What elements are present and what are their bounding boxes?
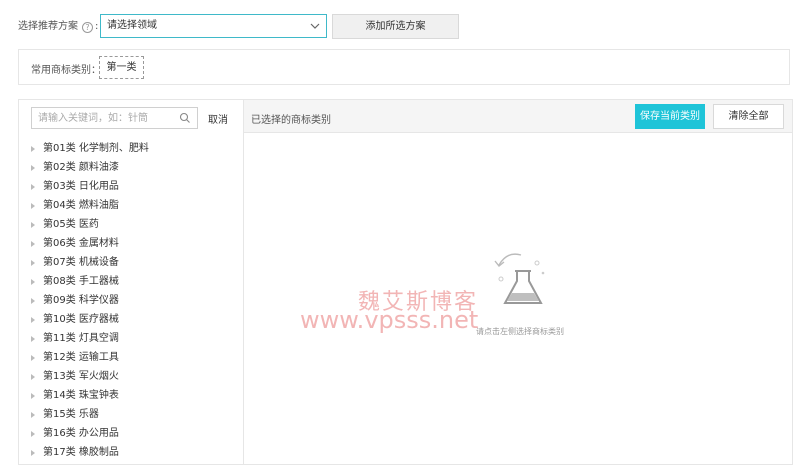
class-list-item-label: 第02类 颜料油漆 xyxy=(43,162,119,173)
common-class-tag[interactable]: 第一类 xyxy=(99,56,144,79)
selected-classes-panel: 已选择的商标类别 保存当前类别 清除全部 请点击左侧选择商标类别 魏艾斯博客 w… xyxy=(243,99,793,465)
class-list-item-label: 第03类 日化用品 xyxy=(43,181,119,192)
class-list-item-label: 第15类 乐器 xyxy=(43,409,99,420)
class-list-item[interactable]: 第09类 科学仪器 xyxy=(19,291,243,310)
clear-all-button[interactable]: 清除全部 xyxy=(713,104,784,129)
class-list-item[interactable]: 第04类 燃料油脂 xyxy=(19,196,243,215)
class-list-item-label: 第10类 医疗器械 xyxy=(43,314,119,325)
recommend-label: 选择推荐方案 xyxy=(18,21,78,32)
class-list-item[interactable]: 第13类 军火烟火 xyxy=(19,367,243,386)
expand-triangle-icon[interactable] xyxy=(31,373,35,380)
class-list-item-label: 第14类 珠宝钟表 xyxy=(43,390,119,401)
class-list-item-label: 第11类 灯具空调 xyxy=(43,333,119,344)
class-list-item[interactable]: 第05类 医药 xyxy=(19,215,243,234)
class-list-item-label: 第05类 医药 xyxy=(43,219,99,230)
expand-triangle-icon[interactable] xyxy=(31,240,35,247)
empty-hint: 请点击左侧选择商标类别 xyxy=(476,327,564,336)
domain-select[interactable]: 请选择领域 xyxy=(100,14,327,38)
expand-triangle-icon[interactable] xyxy=(31,259,35,266)
class-list-item[interactable]: 第02类 颜料油漆 xyxy=(19,158,243,177)
class-list-item-label: 第04类 燃料油脂 xyxy=(43,200,119,211)
class-list-item-label: 第06类 金属材料 xyxy=(43,238,119,249)
save-current-button[interactable]: 保存当前类别 xyxy=(635,104,705,129)
expand-triangle-icon[interactable] xyxy=(31,278,35,285)
empty-flask-icon xyxy=(494,253,545,304)
selected-header: 已选择的商标类别 保存当前类别 清除全部 xyxy=(244,100,792,133)
class-list-item[interactable]: 第14类 珠宝钟表 xyxy=(19,386,243,405)
label-colon: : xyxy=(95,21,99,32)
watermark-url: www.vpsss.net xyxy=(300,306,479,334)
expand-triangle-icon[interactable] xyxy=(31,392,35,399)
class-list-item-label: 第16类 办公用品 xyxy=(43,428,119,439)
selected-title: 已选择的商标类别 xyxy=(251,115,331,126)
class-list-item[interactable]: 第16类 办公用品 xyxy=(19,424,243,443)
search-icon[interactable] xyxy=(179,112,191,124)
class-list-item[interactable]: 第11类 灯具空调 xyxy=(19,329,243,348)
class-list-item[interactable]: 第08类 手工器械 xyxy=(19,272,243,291)
trademark-class-selector: 选择推荐方案 ? : 请选择领域 添加所选方案 常用商标类别： 第一类 取消 第… xyxy=(0,0,800,469)
search-input[interactable] xyxy=(38,108,178,128)
class-list-panel: 取消 第01类 化学制剂、肥料第02类 颜料油漆第03类 日化用品第04类 燃料… xyxy=(18,99,244,465)
class-list-item[interactable]: 第17类 橡胶制品 xyxy=(19,443,243,462)
add-plan-button[interactable]: 添加所选方案 xyxy=(332,14,459,39)
class-list-item[interactable]: 第07类 机械设备 xyxy=(19,253,243,272)
common-classes-bar: 常用商标类别： 第一类 xyxy=(18,49,790,85)
chevron-down-icon xyxy=(310,23,320,29)
class-list-item-label: 第13类 军火烟火 xyxy=(43,371,119,382)
class-list-item-label: 第17类 橡胶制品 xyxy=(43,447,119,458)
recommend-label-wrap: 选择推荐方案 ? : xyxy=(18,20,98,34)
class-list-item[interactable]: 第03类 日化用品 xyxy=(19,177,243,196)
class-list-item-label: 第09类 科学仪器 xyxy=(43,295,119,306)
expand-triangle-icon[interactable] xyxy=(31,164,35,171)
class-list-item[interactable]: 第10类 医疗器械 xyxy=(19,310,243,329)
class-list: 第01类 化学制剂、肥料 第02类 颜料油漆 第03类 日化用品 第04类 燃料油脂第… xyxy=(19,139,243,462)
class-list-item[interactable]: 第01类 化学制剂、肥料 xyxy=(19,139,243,158)
expand-triangle-icon[interactable] xyxy=(31,145,35,152)
expand-triangle-icon[interactable] xyxy=(31,354,35,361)
class-list-item[interactable]: 第15类 乐器 xyxy=(19,405,243,424)
help-icon[interactable]: ? xyxy=(82,21,93,33)
class-list-item-label: 第07类 机械设备 xyxy=(43,257,119,268)
expand-triangle-icon[interactable] xyxy=(31,221,35,228)
class-list-item-label: 第08类 手工器械 xyxy=(43,276,119,287)
expand-triangle-icon[interactable] xyxy=(31,316,35,323)
class-list-item-label: 第01类 化学制剂、肥料 xyxy=(43,143,149,154)
expand-triangle-icon[interactable] xyxy=(31,411,35,418)
expand-triangle-icon[interactable] xyxy=(31,297,35,304)
cancel-button[interactable]: 取消 xyxy=(208,111,228,126)
expand-triangle-icon[interactable] xyxy=(31,449,35,456)
search-box xyxy=(31,107,198,129)
expand-triangle-icon[interactable] xyxy=(31,430,35,437)
class-list-item[interactable]: 第12类 运输工具 xyxy=(19,348,243,367)
expand-triangle-icon[interactable] xyxy=(31,202,35,209)
domain-select-value: 请选择领域 xyxy=(107,20,157,31)
class-list-item-label: 第12类 运输工具 xyxy=(43,352,119,363)
class-list-item[interactable]: 第06类 金属材料 xyxy=(19,234,243,253)
common-classes-label: 常用商标类别： xyxy=(31,65,101,76)
expand-triangle-icon[interactable] xyxy=(31,183,35,190)
expand-triangle-icon[interactable] xyxy=(31,335,35,342)
